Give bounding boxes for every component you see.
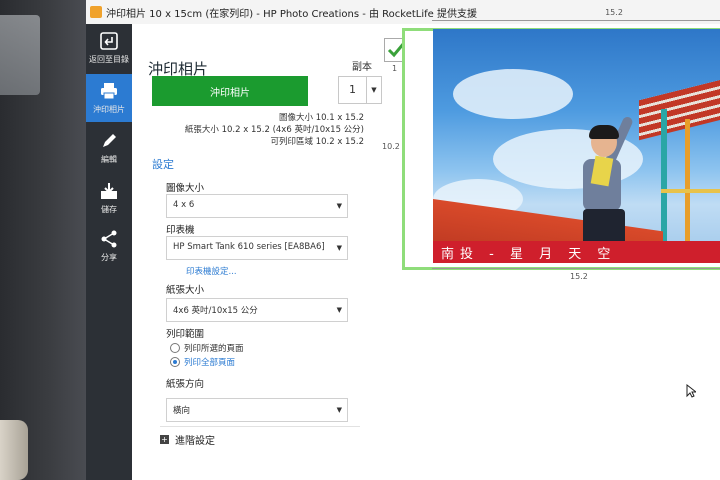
rail-label: 編輯 [101, 155, 117, 164]
rail-item-edit[interactable]: 編輯 [86, 124, 132, 172]
copies-label: 副本 [352, 62, 372, 73]
paper-size-label: 紙張大小 [166, 285, 205, 296]
paper-size-value: 4x6 英吋/10x15 公分 [173, 306, 258, 316]
orientation-label: 紙張方向 [166, 379, 205, 390]
pencil-icon [103, 134, 116, 147]
chevron-down-icon: ▼ [336, 406, 342, 414]
dimension-left: 10.2 [382, 142, 400, 151]
dimension-top: 15.2 [605, 8, 623, 17]
back-arrow-icon [100, 32, 118, 50]
print-preview-area: 15.2 10.2 1 南投 - 星 月 天 空 15.2 [382, 8, 720, 480]
rail-item-back-to-catalog[interactable]: 返回至目錄 [86, 24, 132, 72]
image-size-info: 圖像大小 10.1 x 15.2 [279, 113, 364, 123]
settings-heading: 設定 [152, 158, 174, 171]
radio-label: 列印所選的頁面 [184, 344, 244, 354]
save-download-icon [101, 183, 117, 199]
page-number: 1 [392, 64, 398, 73]
radio-button[interactable] [170, 343, 180, 353]
print-settings-panel: 沖印相片 沖印相片 副本 1 ▼ 圖像大小 10.1 x 15.2 紙張大小 1… [132, 24, 430, 480]
image-size-label: 圖像大小 [166, 183, 205, 194]
rail-label: 分享 [101, 253, 117, 262]
copies-value: 1 [349, 83, 356, 96]
left-rail: 返回至目錄 沖印相片 編輯 儲存 分享 [86, 24, 132, 480]
share-icon [101, 230, 117, 248]
chevron-down-icon[interactable]: ▼ [366, 77, 381, 103]
printer-select[interactable]: HP Smart Tank 610 series [EA8BA6] ▼ [166, 236, 348, 260]
dimension-line [432, 268, 720, 269]
dimension-line [432, 20, 720, 21]
copies-stepper[interactable]: 1 ▼ [338, 76, 382, 104]
child-hair [589, 125, 619, 139]
photo-frame[interactable]: 南投 - 星 月 天 空 [402, 28, 720, 270]
app-window: 沖印相片 10 x 15cm (在家列印) - HP Photo Creatio… [86, 0, 720, 480]
print-range-label: 列印範圍 [166, 329, 205, 340]
printable-area-info: 可列印區域 10.2 x 15.2 [270, 137, 365, 147]
bezel-sticker [0, 15, 40, 95]
printer-icon [101, 83, 117, 100]
bezel-object [0, 420, 28, 480]
playground-roof [639, 77, 720, 141]
image-size-select[interactable]: 4 x 6 ▼ [166, 194, 348, 218]
rail-label: 儲存 [101, 205, 117, 214]
radio-print-selected-pages[interactable]: 列印所選的頁面 [170, 342, 244, 354]
radio-label: 列印全部頁面 [184, 358, 236, 368]
rail-item-save[interactable]: 儲存 [86, 174, 132, 222]
chevron-down-icon: ▼ [336, 306, 342, 314]
rail-label: 沖印相片 [93, 105, 125, 114]
rail-item-share[interactable]: 分享 [86, 222, 132, 270]
printer-settings-link[interactable]: 印表機設定... [186, 265, 237, 277]
printer-label: 印表機 [166, 225, 195, 236]
paper-size-info: 紙張大小 10.2 x 15.2 (4x6 英吋/10x15 公分) [184, 125, 364, 135]
monitor-bezel [0, 0, 86, 480]
cloud [453, 69, 573, 119]
photo-preview: 南投 - 星 月 天 空 [433, 29, 720, 263]
print-photos-button[interactable]: 沖印相片 [152, 76, 308, 106]
chevron-down-icon: ▼ [336, 244, 342, 252]
advanced-settings-toggle[interactable]: + 進階設定 [160, 432, 215, 447]
printer-value: HP Smart Tank 610 series [EA8BA6] [173, 242, 325, 252]
photo-caption: 南投 - 星 月 天 空 [441, 247, 617, 262]
advanced-label: 進階設定 [175, 436, 215, 447]
mouse-cursor-icon [686, 384, 696, 398]
radio-button[interactable] [170, 357, 180, 367]
paper-size-select[interactable]: 4x6 英吋/10x15 公分 ▼ [166, 298, 348, 322]
radio-print-all-pages[interactable]: 列印全部頁面 [170, 356, 235, 368]
divider [160, 426, 360, 427]
orientation-select[interactable]: 橫向 ▼ [166, 398, 348, 422]
chevron-down-icon: ▼ [336, 202, 342, 210]
app-icon [90, 6, 102, 18]
rail-item-print-photos[interactable]: 沖印相片 [86, 74, 132, 122]
playground-bar [661, 189, 720, 193]
plus-icon: + [160, 435, 169, 444]
rail-label: 返回至目錄 [89, 55, 129, 64]
dimension-bottom: 15.2 [570, 272, 588, 281]
image-size-value: 4 x 6 [173, 200, 195, 210]
window-title: 沖印相片 10 x 15cm (在家列印) - HP Photo Creatio… [106, 8, 478, 20]
orientation-value: 橫向 [173, 406, 191, 416]
